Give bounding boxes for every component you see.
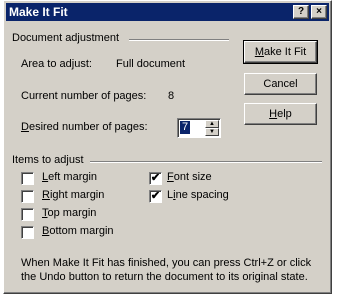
left-margin-checkbox[interactable] xyxy=(21,172,34,185)
dialog-title: Make It Fit xyxy=(9,5,68,19)
help-button[interactable]: Help xyxy=(244,103,317,125)
document-adjustment-divider xyxy=(129,39,229,41)
font-size-label[interactable]: Font size xyxy=(167,171,212,183)
cancel-button[interactable]: Cancel xyxy=(244,73,317,95)
spin-down-icon[interactable]: ▼ xyxy=(205,128,219,136)
right-margin-checkbox[interactable] xyxy=(21,190,34,203)
items-to-adjust-divider xyxy=(90,161,322,163)
title-bar: Make It Fit ? × xyxy=(6,3,329,21)
top-margin-label[interactable]: Top margin xyxy=(42,207,96,219)
current-pages-value: 8 xyxy=(168,90,175,102)
font-size-checkbox[interactable]: ✔ xyxy=(149,172,162,185)
spin-up-icon[interactable]: ▲ xyxy=(205,120,219,128)
title-buttons: ? × xyxy=(293,5,327,19)
spinner-arrows: ▲ ▼ xyxy=(205,120,219,136)
left-margin-label[interactable]: Left margin xyxy=(42,171,97,183)
desired-pages-label: Desired number of pages: xyxy=(21,121,148,133)
area-to-adjust-value: Full document xyxy=(116,58,186,70)
desired-pages-input[interactable]: 7 xyxy=(180,121,191,134)
close-button[interactable]: × xyxy=(311,5,327,19)
footer-text-line-1: When Make It Fit has finished, you can p… xyxy=(21,257,312,269)
line-spacing-label[interactable]: Line spacing xyxy=(167,189,229,201)
current-pages-label: Current number of pages: xyxy=(21,90,147,102)
document-adjustment-group-label: Document adjustment xyxy=(12,32,119,44)
footer-text-line-2: the Undo button to return the document t… xyxy=(21,271,308,283)
help-question-button[interactable]: ? xyxy=(293,5,309,19)
make-it-fit-button[interactable]: Make It Fit xyxy=(243,40,318,64)
top-margin-checkbox[interactable] xyxy=(21,208,34,221)
items-to-adjust-group-label: Items to adjust xyxy=(12,154,84,166)
area-to-adjust-label: Area to adjust: xyxy=(21,58,92,70)
bottom-margin-checkbox[interactable] xyxy=(21,226,34,239)
right-margin-label[interactable]: Right margin xyxy=(42,189,104,201)
desired-pages-spinner[interactable]: 7 ▲ ▼ xyxy=(177,118,221,138)
make-it-fit-dialog: Make It Fit ? × Document adjustment Area… xyxy=(3,0,332,294)
bottom-margin-label[interactable]: Bottom margin xyxy=(42,225,114,237)
line-spacing-checkbox[interactable]: ✔ xyxy=(149,190,162,203)
